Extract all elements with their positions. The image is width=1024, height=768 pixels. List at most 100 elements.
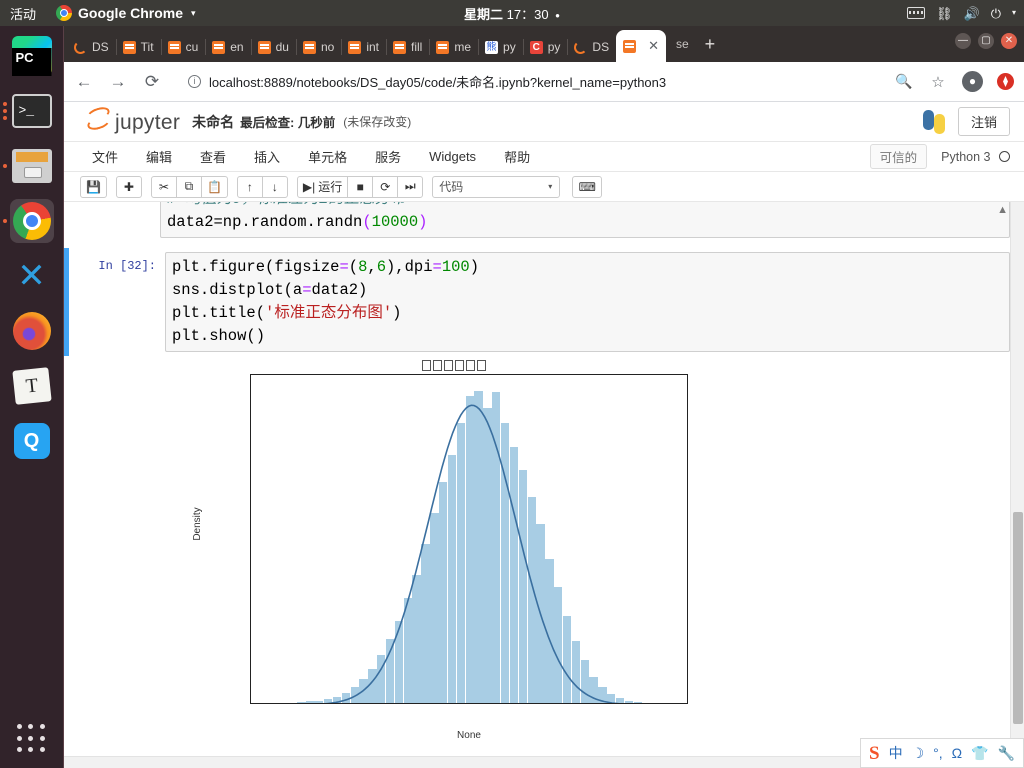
close-button[interactable]: ✕ (1001, 33, 1017, 49)
new-tab-button[interactable]: + (705, 34, 716, 55)
dock-item-pycharm[interactable]: PC (10, 34, 54, 78)
browser-tab[interactable]: me (429, 32, 478, 62)
menu-help[interactable]: 帮助 (490, 143, 544, 170)
notebook-body[interactable]: # 均值为0，标准差为1的正态分布 data2=np.random.randn(… (64, 202, 1024, 768)
move-cell-down-button[interactable]: ↓ (261, 175, 288, 198)
bookmark-star-icon[interactable]: ☆ (928, 73, 948, 91)
address-bar[interactable]: i localhost:8889/notebooks/DS_day05/code… (176, 67, 880, 96)
browser-tab-active[interactable]: ✕ (616, 30, 666, 62)
dock-item-vscode[interactable]: ✕ (10, 254, 54, 298)
show-applications-button[interactable] (16, 724, 47, 754)
browser-tab[interactable]: 熊 py (478, 32, 523, 62)
sogou-logo-icon[interactable]: S (869, 743, 880, 763)
x-tick-mark (649, 703, 650, 704)
notebook-cell[interactable]: # 均值为0，标准差为1的正态分布 data2=np.random.randn(… (64, 202, 1010, 242)
browser-tab[interactable]: DS (67, 32, 116, 62)
vertical-scrollbar[interactable] (1010, 202, 1024, 768)
y-tick-mark (250, 472, 251, 473)
interrupt-kernel-button[interactable]: ■ (347, 175, 374, 198)
paste-button[interactable]: 📋 (200, 175, 228, 198)
power-icon[interactable]: ⏻ (991, 7, 1001, 20)
tab-title: int (366, 40, 380, 54)
browser-tab[interactable]: se (666, 37, 699, 51)
restart-kernel-button[interactable]: ⟳ (372, 175, 399, 198)
trusted-badge[interactable]: 可信的 (869, 144, 928, 169)
browser-tab[interactable]: C py (522, 32, 568, 62)
browser-tab[interactable]: DS (567, 32, 616, 62)
search-icon[interactable]: 🔍 (894, 73, 914, 90)
ime-skin-icon[interactable]: 👕 (971, 746, 988, 760)
keyboard-icon[interactable] (906, 7, 925, 19)
network-icon[interactable]: ⛓ (936, 7, 953, 20)
jupyter-logo[interactable]: jupyter (86, 109, 180, 135)
notebook-name[interactable]: 未命名 (192, 112, 234, 132)
csdn-icon (74, 40, 87, 54)
cell-input[interactable]: plt.figure(figsize=(8,6),dpi=100) sns.di… (165, 252, 1010, 352)
browser-tab[interactable]: Tit (115, 32, 161, 62)
run-button[interactable]: ▶| 运行 (296, 175, 349, 198)
toolbar-group-move: ↑ ↓ (236, 175, 288, 198)
jupyter-notebook-page: jupyter 未命名 最后检查: 几秒前 (未保存改变) 注销 文件 编辑 查… (64, 102, 1024, 768)
ime-moon-icon[interactable]: ☽ (912, 746, 925, 760)
ime-punctuation-icon[interactable]: °, (933, 746, 943, 760)
browser-tab[interactable]: du (250, 32, 296, 62)
menu-insert[interactable]: 插入 (240, 143, 294, 170)
chevron-down-icon[interactable]: ▾ (1012, 9, 1016, 17)
kernel-indicator[interactable]: Python 3 (941, 150, 1010, 164)
restart-run-all-button[interactable]: ⏭ (397, 175, 424, 198)
menu-kernel[interactable]: 服务 (361, 143, 415, 170)
browser-tab[interactable]: no (295, 32, 341, 62)
copy-button[interactable]: ⧉ (175, 175, 202, 198)
extension-icon[interactable] (997, 73, 1014, 90)
dock-item-google-chrome[interactable] (2, 199, 54, 243)
chevron-down-icon: ▾ (548, 182, 553, 191)
close-icon[interactable]: ✕ (648, 38, 659, 54)
active-app-menu[interactable]: Google Chrome ▾ (56, 5, 196, 21)
insert-cell-button[interactable]: ✚ (115, 175, 142, 198)
activities-button[interactable]: 活动 (10, 4, 36, 23)
cell-type-select[interactable]: 代码 ▾ (432, 175, 561, 198)
profile-avatar[interactable]: ● (962, 71, 983, 92)
cell-input[interactable]: # 均值为0，标准差为1的正态分布 data2=np.random.randn(… (160, 202, 1010, 238)
dock-item-files[interactable] (2, 144, 54, 188)
volume-icon[interactable]: 🔊 (964, 7, 980, 20)
x-axis-label: None (457, 730, 481, 741)
cut-button[interactable]: ✂ (150, 175, 177, 198)
dock-item-qq[interactable]: Q (10, 419, 54, 463)
chart-title (194, 360, 714, 373)
tab-title: py (503, 40, 516, 54)
move-cell-up-button[interactable]: ↑ (236, 175, 263, 198)
reload-icon[interactable]: ⟳ (142, 72, 162, 92)
browser-tab[interactable]: fill (386, 32, 429, 62)
forward-icon[interactable]: → (108, 72, 128, 92)
maximize-button[interactable]: ▢ (978, 33, 994, 49)
notebook-cell-selected[interactable]: In [32]: plt.figure(figsize=(8,6),dpi=10… (64, 248, 1010, 356)
ime-language-toggle[interactable]: 中 (889, 746, 903, 760)
dock-item-typora[interactable]: T (10, 364, 54, 408)
menu-widgets[interactable]: Widgets (415, 145, 490, 168)
browser-tab[interactable]: en (205, 32, 250, 62)
menu-file[interactable]: 文件 (78, 143, 132, 170)
ime-symbol-icon[interactable]: Ω (952, 746, 962, 760)
command-palette-button[interactable]: ⌨ (572, 175, 603, 198)
ime-settings-icon[interactable]: 🔧 (998, 746, 1015, 760)
dock-item-firefox[interactable] (10, 309, 54, 353)
minimize-button[interactable]: — (955, 33, 971, 49)
page-info-icon[interactable]: i (188, 75, 201, 88)
logout-button[interactable]: 注销 (957, 107, 1010, 136)
browser-tab[interactable]: cu (160, 32, 206, 62)
menu-view[interactable]: 查看 (186, 143, 240, 170)
y-tick-mark (250, 394, 251, 395)
back-icon[interactable]: ← (74, 72, 94, 92)
scroll-up-icon[interactable]: ▲ (997, 204, 1008, 216)
menu-cell[interactable]: 单元格 (294, 143, 361, 170)
terminal-icon: >_ (11, 94, 52, 128)
browser-tab[interactable]: int (341, 32, 386, 62)
scrollbar-thumb[interactable] (1013, 512, 1023, 724)
checkpoint-status: 最后检查: 几秒前 (240, 116, 336, 130)
menu-edit[interactable]: 编辑 (132, 143, 186, 170)
dock-item-terminal[interactable]: >_ (2, 89, 54, 133)
code-line: plt.show() (172, 327, 266, 345)
window-controls: — ▢ ✕ (955, 33, 1017, 49)
save-button[interactable]: 💾 (80, 175, 107, 198)
